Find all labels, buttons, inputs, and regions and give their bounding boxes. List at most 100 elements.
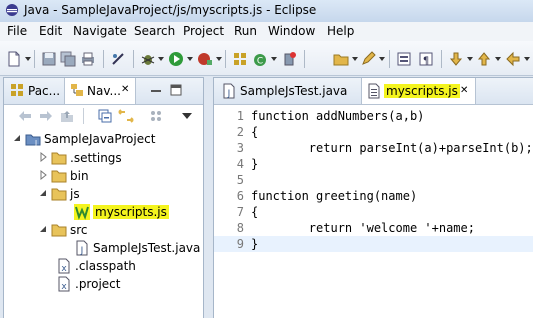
new-java-package-icon[interactable] — [232, 51, 248, 67]
line-number: 4 — [236, 157, 244, 171]
collapse-all-icon[interactable] — [98, 109, 112, 123]
tab-package-explorer[interactable]: Pac... — [4, 78, 64, 103]
code-line[interactable]: 5 — [214, 172, 533, 188]
menu-help[interactable]: Help — [327, 24, 354, 38]
menu-bar: File Edit Navigate Search Project Run Wi… — [0, 22, 533, 41]
collapsed-arrow-icon[interactable] — [38, 152, 48, 162]
toggle-mark-occurrences-icon[interactable] — [396, 51, 412, 67]
expanded-arrow-icon[interactable] — [38, 188, 48, 198]
main-toolbar: C ¶ — [0, 41, 533, 76]
window-title: Java - SampleJavaProject/js/myscripts.js… — [24, 3, 317, 17]
code-line[interactable]: 2 { — [214, 124, 533, 140]
forward-arrow-icon[interactable] — [39, 110, 53, 122]
folder-icon — [51, 152, 67, 165]
menu-navigate[interactable]: Navigate — [73, 24, 127, 38]
search-dropdown-arrow[interactable] — [379, 57, 385, 61]
text-file-icon — [368, 83, 380, 99]
menu-file[interactable]: File — [7, 24, 27, 38]
close-icon[interactable]: ✕ — [121, 84, 129, 95]
line-number: 6 — [236, 189, 244, 203]
folder-icon — [51, 170, 67, 183]
tree-item-label: src — [70, 223, 88, 237]
tab-myscripts-js[interactable]: myscripts.js ✕ — [361, 78, 476, 104]
external-tools-icon[interactable] — [197, 51, 213, 67]
code-text: function addNumbers(a,b) — [251, 109, 425, 123]
next-annotation-dropdown-arrow[interactable] — [467, 57, 473, 61]
expanded-arrow-icon[interactable] — [12, 133, 22, 143]
back-icon[interactable] — [505, 51, 521, 67]
java-file-icon: J — [223, 83, 235, 99]
svg-text:J: J — [80, 246, 84, 256]
external-tools-dropdown-arrow[interactable] — [216, 57, 222, 61]
line-number: 8 — [236, 221, 244, 235]
toolbar-separator — [103, 50, 104, 68]
new-dropdown-arrow[interactable] — [25, 57, 31, 61]
tree-item-label: myscripts.js — [93, 205, 169, 219]
collapsed-arrow-icon[interactable] — [38, 170, 48, 180]
up-folder-icon[interactable] — [60, 109, 74, 123]
new-class-dropdown-arrow[interactable] — [271, 57, 277, 61]
expanded-arrow-icon[interactable] — [38, 224, 48, 234]
link-with-editor-icon[interactable] — [118, 109, 134, 123]
run-icon[interactable] — [168, 51, 184, 67]
tab-samplejstest-java[interactable]: J SampleJsTest.java — [216, 78, 359, 104]
line-number: 3 — [236, 141, 244, 155]
search-pencil-icon[interactable] — [360, 51, 376, 67]
back-dropdown-arrow[interactable] — [524, 57, 530, 61]
close-icon[interactable]: ✕ — [460, 85, 468, 96]
maximize-icon[interactable] — [170, 84, 182, 96]
minimize-icon[interactable] — [150, 86, 162, 96]
folder-icon — [51, 188, 67, 201]
menu-run[interactable]: Run — [234, 24, 257, 38]
new-java-class-icon[interactable]: C — [252, 51, 268, 67]
eclipse-logo-icon — [6, 4, 18, 16]
next-annotation-icon[interactable] — [448, 51, 464, 67]
tab-navigator[interactable]: Nav... ✕ — [64, 78, 136, 104]
package-explorer-icon — [11, 84, 23, 96]
open-type-icon[interactable] — [333, 51, 349, 67]
java-file-icon: J — [76, 240, 88, 256]
code-line[interactable]: 8 return 'welcome '+name; — [214, 220, 533, 236]
code-line[interactable]: 6 function greeting(name) — [214, 188, 533, 204]
code-line[interactable]: 1 function addNumbers(a,b) — [214, 108, 533, 124]
tab-label: Nav... — [87, 84, 121, 98]
line-number: 7 — [236, 205, 244, 219]
save-icon[interactable] — [41, 51, 57, 67]
navigator-tab-bar: Pac... Nav... ✕ — [4, 78, 203, 105]
current-code-line[interactable]: 9 } — [214, 236, 533, 252]
toggle-breakpoints-icon[interactable] — [110, 51, 126, 67]
new-server-icon[interactable] — [281, 51, 297, 67]
code-line[interactable]: 7 { — [214, 204, 533, 220]
tree-item-label: .classpath — [75, 259, 136, 273]
view-menu-icon[interactable] — [150, 110, 162, 122]
previous-annotation-icon[interactable] — [476, 51, 492, 67]
chevron-down-icon[interactable] — [182, 113, 192, 119]
save-all-icon[interactable] — [60, 51, 76, 67]
menu-search[interactable]: Search — [134, 24, 175, 38]
menu-edit[interactable]: Edit — [39, 24, 62, 38]
previous-annotation-dropdown-arrow[interactable] — [495, 57, 501, 61]
open-type-dropdown-arrow[interactable] — [352, 57, 358, 61]
run-dropdown-arrow[interactable] — [187, 57, 193, 61]
svg-text:C: C — [257, 57, 263, 67]
show-whitespace-icon[interactable]: ¶ — [418, 51, 434, 67]
debug-icon[interactable] — [140, 51, 156, 67]
svg-text:J: J — [227, 89, 231, 99]
print-icon[interactable] — [80, 51, 96, 67]
navigator-toolbar — [4, 105, 203, 127]
line-number: 9 — [236, 237, 244, 251]
toolbar-separator — [225, 50, 226, 68]
menu-project[interactable]: Project — [183, 24, 224, 38]
editor-tab-bar: J SampleJsTest.java myscripts.js ✕ — [214, 78, 533, 105]
debug-dropdown-arrow[interactable] — [158, 57, 164, 61]
title-bar: Java - SampleJavaProject/js/myscripts.js… — [0, 0, 533, 23]
project-folder-icon: J — [25, 134, 41, 147]
new-file-icon[interactable] — [6, 51, 22, 67]
editor-area: J SampleJsTest.java myscripts.js ✕ 1 fun… — [213, 77, 533, 318]
toolbar-separator — [441, 50, 442, 68]
code-text: } — [251, 237, 259, 251]
menu-window[interactable]: Window — [268, 24, 315, 38]
code-line[interactable]: 4 } — [214, 156, 533, 172]
code-line[interactable]: 3 return parseInt(a)+parseInt(b); — [214, 140, 533, 156]
back-arrow-icon[interactable] — [18, 110, 32, 122]
